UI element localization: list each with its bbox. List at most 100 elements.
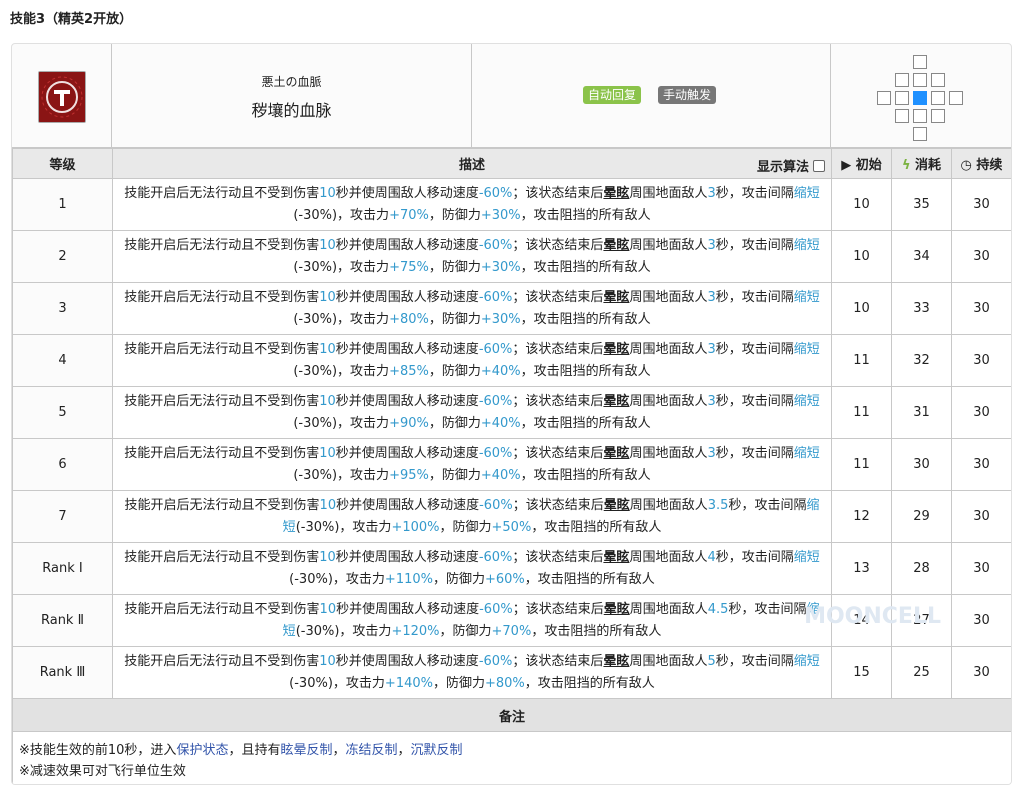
shorten-link[interactable]: 缩短 [794,654,820,669]
desc-def: +40% [480,415,521,431]
stun-link[interactable]: 晕眩 [603,654,629,669]
sp-cost-cell: 28 [891,542,952,595]
desc-p2: 秒并使周围敌人移动速度 [335,445,479,461]
desc-p9: ，攻击阻挡的所有敌人 [524,675,655,691]
desc-p2: 秒并使周围敌人移动速度 [335,393,479,409]
desc-p5: 秒，攻击间隔 [728,497,807,513]
stun-link[interactable]: 晕眩 [603,446,629,461]
desc-p5: 秒，攻击间隔 [715,549,794,565]
attack-range-cell [831,44,1011,147]
desc-p2: 秒并使周围敌人移动速度 [335,653,479,669]
range-cell [895,73,909,87]
desc-sec: 4.5 [707,601,729,617]
note-prefix: ※技能生效的前10秒，进入 [19,743,177,758]
note-sep: ， [332,743,346,758]
shorten-link[interactable]: 缩短 [794,446,820,461]
desc-t1: 10 [319,653,336,669]
show-algorithm-toggle[interactable]: 显示算法 [757,156,825,175]
duration-cell: 30 [951,230,1011,283]
desc-p2: 秒并使周围敌人移动速度 [335,549,479,565]
desc-def: +60% [485,571,525,587]
sp-cost-label: 消耗 [915,158,942,173]
range-cell [931,91,945,105]
desc-p1: 技能开启后无法行动且不受到伤害 [124,393,320,409]
duration-cell: 30 [951,438,1011,491]
level-cell: 5 [12,386,113,439]
stun-link[interactable]: 晕眩 [603,290,629,305]
shorten-link[interactable]: 缩短 [794,550,820,565]
desc-p1: 技能开启后无法行动且不受到伤害 [124,497,320,513]
stun-resist-link[interactable]: 眩晕反制 [280,743,332,758]
desc-p6: (-30%) [289,571,333,587]
duration-header: ◷ 持续 [951,148,1011,179]
skill-header: 悪土の血脈 秽壤的血脉 自动回复 手动触发 [12,44,1011,148]
stun-link[interactable]: 晕眩 [603,550,629,565]
desc-spd: -60% [478,445,513,461]
desc-p9: ，攻击阻挡的所有敌人 [524,571,655,587]
desc-def: +50% [491,519,532,535]
desc-p1: 技能开启后无法行动且不受到伤害 [124,653,320,669]
initial-sp-cell: 13 [831,542,892,595]
desc-p9: ，攻击阻挡的所有敌人 [520,311,651,327]
desc-p1: 技能开启后无法行动且不受到伤害 [124,185,320,201]
notes-header: 备注 [12,698,1011,732]
desc-p1: 技能开启后无法行动且不受到伤害 [124,237,320,253]
desc-p4: 周围地面敌人 [629,445,708,461]
stun-link[interactable]: 晕眩 [604,498,630,513]
description-cell: 技能开启后无法行动且不受到伤害10秒并使周围敌人移动速度-60%；该状态结束后晕… [112,230,832,283]
desc-atk: +120% [391,623,440,639]
desc-p2: 秒并使周围敌人移动速度 [336,497,480,513]
stun-link[interactable]: 晕眩 [603,186,629,201]
desc-p9: ，攻击阻挡的所有敌人 [520,363,651,379]
skill-name: 秽壤的血脉 [251,101,332,120]
desc-p7: ，攻击力 [337,363,390,379]
duration-cell: 30 [951,646,1011,699]
table-row: 3 技能开启后无法行动且不受到伤害10秒并使周围敌人移动速度-60%；该状态结束后… [12,282,1011,335]
stun-link[interactable]: 晕眩 [603,238,629,253]
initial-sp-cell: 12 [831,490,892,543]
desc-atk: +110% [384,571,433,587]
desc-sec: 3 [707,445,716,461]
desc-p5: 秒，攻击间隔 [728,601,807,617]
desc-t1: 10 [319,549,336,565]
desc-p3: ；该状态结束后 [512,393,604,409]
freeze-resist-link[interactable]: 冻结反制 [346,743,398,758]
duration-cell: 30 [951,594,1011,647]
note-mid: ，且持有 [228,743,281,758]
protect-status-link[interactable]: 保护状态 [176,743,228,758]
desc-p3: ；该状态结束后 [512,445,604,461]
range-cell [913,109,927,123]
sp-cost-cell: 35 [891,178,952,231]
stun-link[interactable]: 晕眩 [604,602,630,617]
desc-p6: (-30%) [293,363,338,379]
desc-sec: 3 [707,185,716,201]
range-cell [913,73,927,87]
desc-p6: (-30%) [293,415,338,431]
level-cell: Rank Ⅲ [12,646,113,699]
duration-cell: 30 [951,542,1011,595]
desc-t1: 10 [319,497,337,513]
shorten-link[interactable]: 缩短 [794,238,820,253]
desc-p2: 秒并使周围敌人移动速度 [335,237,479,253]
show-algorithm-checkbox[interactable] [813,160,825,172]
shorten-link[interactable]: 缩短 [794,290,820,305]
note-line-1: ※技能生效的前10秒，进入保护状态，且持有眩晕反制，冻结反制，沉默反制 [19,740,1005,761]
sp-cost-cell: 33 [891,282,952,335]
desc-spd: -60% [478,653,513,669]
stun-link[interactable]: 晕眩 [603,394,629,409]
table-row: 2 技能开启后无法行动且不受到伤害10秒并使周围敌人移动速度-60%；该状态结束后… [12,230,1011,283]
shorten-link[interactable]: 缩短 [794,186,820,201]
desc-atk: +100% [391,519,440,535]
range-cell [931,109,945,123]
initial-sp-cell: 11 [831,386,892,439]
shorten-link[interactable]: 缩短 [794,342,820,357]
stun-link[interactable]: 晕眩 [603,342,629,357]
clock-icon: ◷ [960,158,972,173]
level-header: 等级 [12,148,113,179]
desc-def: +30% [480,311,521,327]
description-cell: 技能开启后无法行动且不受到伤害10秒并使周围敌人移动速度-60%；该状态结束后晕… [112,438,832,491]
desc-spd: -60% [478,549,513,565]
silence-resist-link[interactable]: 沉默反制 [411,743,463,758]
desc-t1: 10 [319,237,336,253]
shorten-link[interactable]: 缩短 [794,394,820,409]
